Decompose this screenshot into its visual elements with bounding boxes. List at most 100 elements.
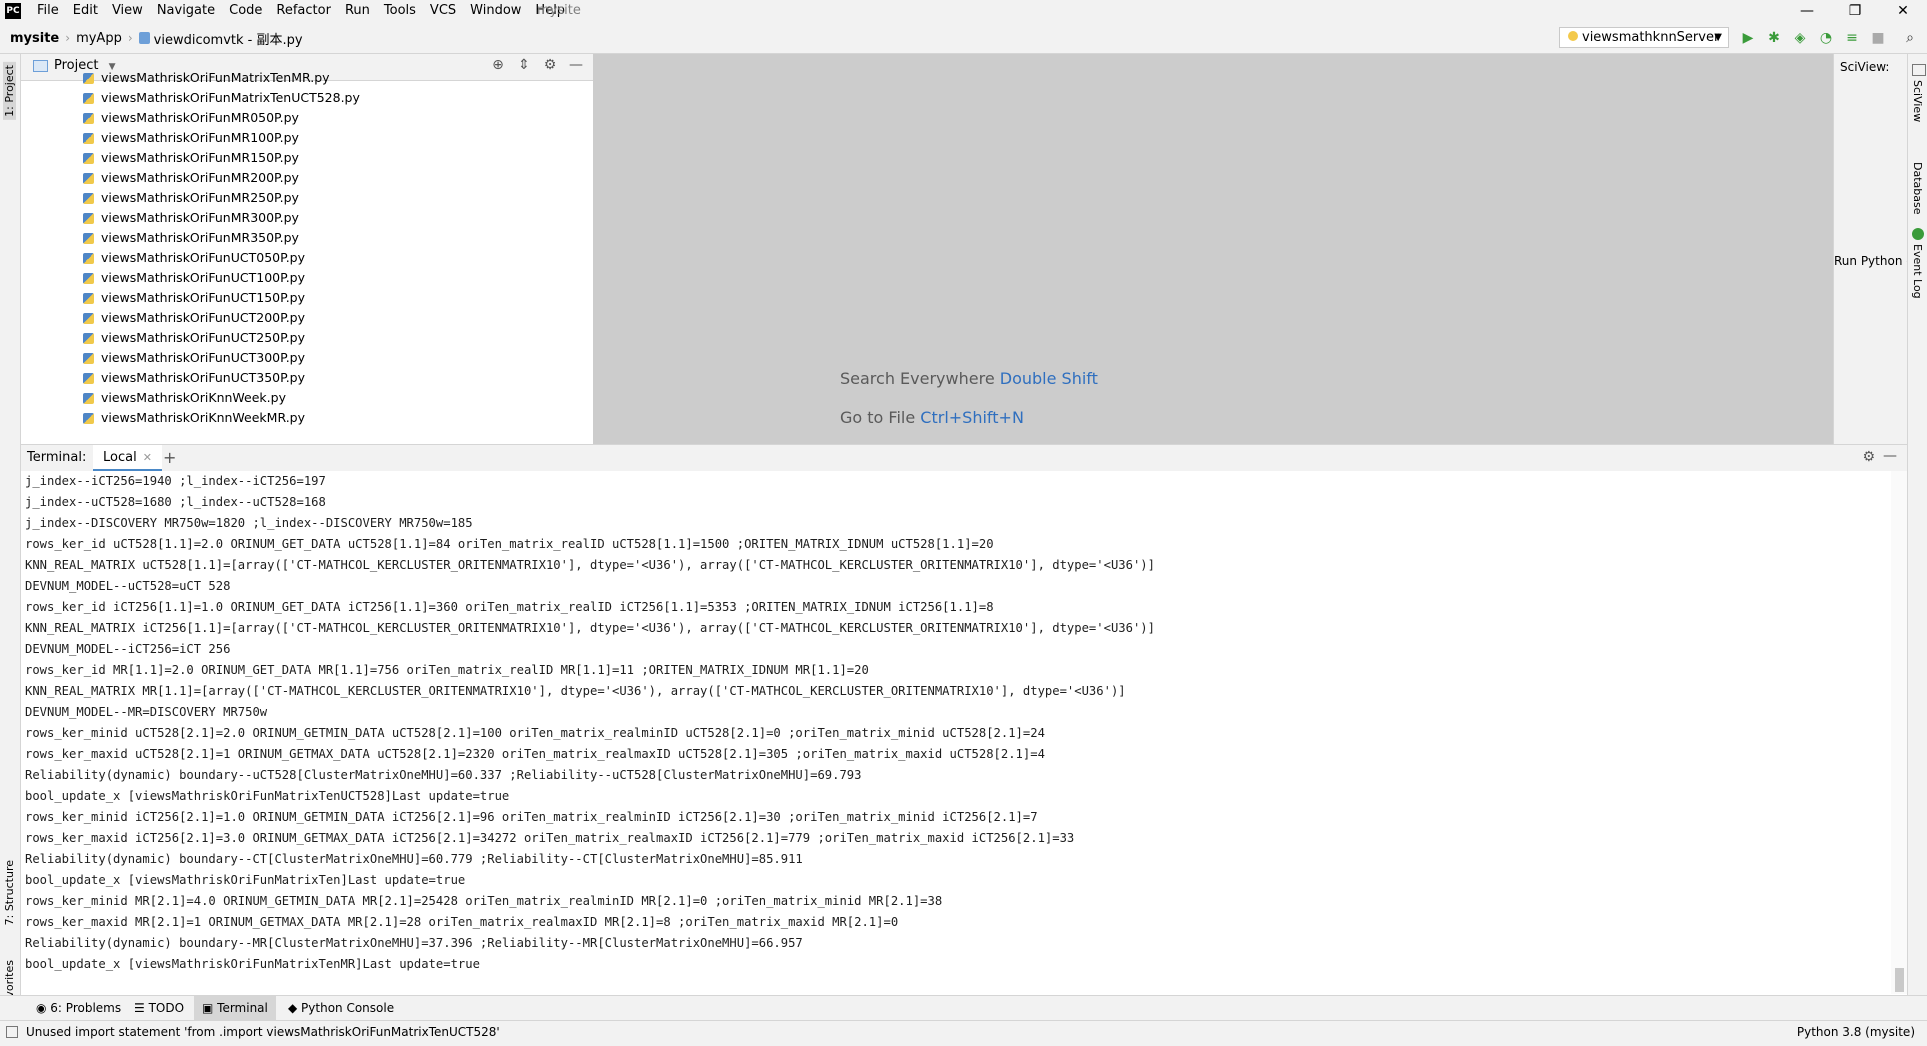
tree-file[interactable]: viewsMathriskOriFunMR200P.py xyxy=(83,168,360,188)
tab-problems[interactable]: ◉ 6: Problems xyxy=(28,996,129,1020)
python-file-icon xyxy=(138,32,150,44)
tree-file[interactable]: viewsMathriskOriFunMatrixTenMR.py xyxy=(83,68,360,88)
stop-icon[interactable]: ■ xyxy=(1868,28,1888,48)
tree-file[interactable]: viewsMathriskOriFunUCT150P.py xyxy=(83,288,360,308)
concurrency-icon[interactable]: ≡ xyxy=(1842,28,1862,48)
run-icon[interactable]: ▶ xyxy=(1738,28,1758,48)
structure-tool-tab[interactable]: 7: Structure xyxy=(3,860,16,925)
close-button[interactable]: ✕ xyxy=(1879,0,1927,23)
tree-file[interactable]: viewsMathriskOriFunMR300P.py xyxy=(83,208,360,228)
terminal-line: rows_ker_minid MR[2.1]=4.0 ORINUM_GETMIN… xyxy=(25,894,943,908)
tab-terminal[interactable]: ▣ Terminal xyxy=(194,996,276,1020)
terminal-line: KNN_REAL_MATRIX MR[1.1]=[array(['CT-MATH… xyxy=(25,684,1126,698)
scrollbar-thumb[interactable] xyxy=(1895,968,1904,992)
gear-icon[interactable]: ⚙ xyxy=(1862,449,1875,465)
terminal-header: Terminal: Local ✕ + ⚙ — xyxy=(21,444,1907,472)
window-controls: — ❐ ✕ xyxy=(1783,0,1927,23)
sciview-icon xyxy=(1912,64,1926,76)
event-log-tool-tab[interactable]: Event Log xyxy=(1911,244,1924,299)
profile-icon[interactable]: ◔ xyxy=(1816,28,1836,48)
terminal-line: Reliability(dynamic) boundary--CT[Cluste… xyxy=(25,852,803,866)
tree-file[interactable]: viewsMathriskOriFunUCT300P.py xyxy=(83,348,360,368)
sciview-tool-tab[interactable]: SciView xyxy=(1911,80,1924,122)
python-file-icon xyxy=(83,193,94,204)
menu-file[interactable]: File xyxy=(30,0,66,23)
sciview-panel: SciView: Run Python c xyxy=(1833,54,1913,444)
debug-icon[interactable]: ✱ xyxy=(1764,28,1784,48)
tree-file-label: viewsMathriskOriFunUCT200P.py xyxy=(101,310,305,325)
hint-shortcut: Ctrl+Shift+N xyxy=(920,408,1024,427)
menu-vcs[interactable]: VCS xyxy=(423,0,463,23)
editor-empty-area: Search Everywhere Double Shift Go to Fil… xyxy=(593,54,1833,444)
breadcrumb-file[interactable]: viewdicomvtk - 副本.py xyxy=(154,29,307,48)
python-file-icon xyxy=(83,93,94,104)
tree-file-label: viewsMathriskOriKnnWeekMR.py xyxy=(101,410,305,425)
event-log-icon xyxy=(1912,228,1924,240)
tab-label: Local xyxy=(103,450,137,465)
terminal-title: Terminal: xyxy=(27,450,87,465)
collapse-all-icon[interactable]: ⇕ xyxy=(515,57,533,73)
tab-python-console[interactable]: ◆ Python Console xyxy=(280,996,402,1020)
breadcrumb-project[interactable]: mysite xyxy=(10,31,63,46)
tree-file[interactable]: viewsMathriskOriFunUCT350P.py xyxy=(83,368,360,388)
tree-file[interactable]: viewsMathriskOriFunUCT050P.py xyxy=(83,248,360,268)
python-file-icon xyxy=(83,233,94,244)
tree-file[interactable]: viewsMathriskOriFunUCT250P.py xyxy=(83,328,360,348)
tree-file-label: viewsMathriskOriKnnWeek.py xyxy=(101,390,286,405)
tree-file[interactable]: viewsMathriskOriFunMR100P.py xyxy=(83,128,360,148)
tree-file[interactable]: viewsMathriskOriFunMatrixTenUCT528.py xyxy=(83,88,360,108)
terminal-line: KNN_REAL_MATRIX iCT256[1.1]=[array(['CT-… xyxy=(25,621,1155,635)
menu-refactor[interactable]: Refactor xyxy=(269,0,338,23)
tab-todo[interactable]: ☰ TODO xyxy=(126,996,192,1020)
hint-shortcut: Double Shift xyxy=(999,369,1098,388)
tree-file[interactable]: viewsMathriskOriKnnWeek.py xyxy=(83,388,360,408)
tree-file[interactable]: viewsMathriskOriKnnWeekMR.py xyxy=(83,408,360,428)
tree-file-label: viewsMathriskOriFunMR300P.py xyxy=(101,210,299,225)
gear-icon[interactable]: ⚙ xyxy=(541,57,559,73)
menu-navigate[interactable]: Navigate xyxy=(150,0,222,23)
hide-icon[interactable]: — xyxy=(567,57,585,73)
close-icon[interactable]: ✕ xyxy=(143,451,152,464)
tree-file[interactable]: viewsMathriskOriFunMR150P.py xyxy=(83,148,360,168)
interpreter-widget[interactable]: Python 3.8 (mysite) xyxy=(1797,1025,1915,1039)
status-toggle-icon[interactable] xyxy=(6,1026,18,1038)
coverage-icon[interactable]: ◈ xyxy=(1790,28,1810,48)
menu-run[interactable]: Run xyxy=(338,0,377,23)
terminal-scrollbar[interactable] xyxy=(1891,471,1907,994)
hide-icon[interactable]: — xyxy=(1883,448,1897,464)
tab-local[interactable]: Local ✕ xyxy=(93,445,162,471)
project-file-tree: viewsMathriskOriFunMatrixTenMR.py viewsM… xyxy=(83,70,360,428)
project-tool-tab[interactable]: 1: Project xyxy=(3,62,16,120)
terminal-output[interactable]: j_index--iCT256=1940 ;l_index--iCT256=19… xyxy=(21,471,1891,994)
tree-file[interactable]: viewsMathriskOriFunMR350P.py xyxy=(83,228,360,248)
python-file-icon xyxy=(83,353,94,364)
menu-edit[interactable]: Edit xyxy=(66,0,105,23)
search-icon[interactable]: ⌕ xyxy=(1900,28,1920,48)
tree-file[interactable]: viewsMathriskOriFunMR250P.py xyxy=(83,188,360,208)
tree-file-label: viewsMathriskOriFunUCT100P.py xyxy=(101,270,305,285)
menu-tools[interactable]: Tools xyxy=(377,0,423,23)
database-tool-tab[interactable]: Database xyxy=(1911,162,1924,215)
menu-bar: PC File Edit View Navigate Code Refactor… xyxy=(0,0,1927,23)
terminal-line: j_index--uCT528=1680 ;l_index--uCT528=16… xyxy=(25,495,326,509)
breadcrumb-folder[interactable]: myApp xyxy=(76,31,126,46)
minimize-button[interactable]: — xyxy=(1783,0,1831,23)
menu-window[interactable]: Window xyxy=(463,0,528,23)
chevron-right-icon: › xyxy=(127,31,133,45)
todo-icon: ☰ xyxy=(134,1001,149,1015)
locate-icon[interactable]: ⊕ xyxy=(489,57,507,73)
tree-file[interactable]: viewsMathriskOriFunMR050P.py xyxy=(83,108,360,128)
tree-file-label: viewsMathriskOriFunUCT350P.py xyxy=(101,370,305,385)
new-terminal-icon[interactable]: + xyxy=(163,448,176,467)
python-file-icon xyxy=(83,413,94,424)
python-file-icon xyxy=(83,313,94,324)
tree-file[interactable]: viewsMathriskOriFunUCT200P.py xyxy=(83,308,360,328)
terminal-line: rows_ker_maxid uCT528[2.1]=1 ORINUM_GETM… xyxy=(25,747,1045,761)
sciview-title: SciView: xyxy=(1840,60,1890,74)
run-config-select[interactable]: viewsmathknnServer ▼ xyxy=(1559,27,1729,48)
terminal-icon: ▣ xyxy=(202,1001,218,1015)
tree-file[interactable]: viewsMathriskOriFunUCT100P.py xyxy=(83,268,360,288)
restore-button[interactable]: ❐ xyxy=(1831,0,1879,23)
menu-code[interactable]: Code xyxy=(222,0,269,23)
menu-view[interactable]: View xyxy=(105,0,150,23)
